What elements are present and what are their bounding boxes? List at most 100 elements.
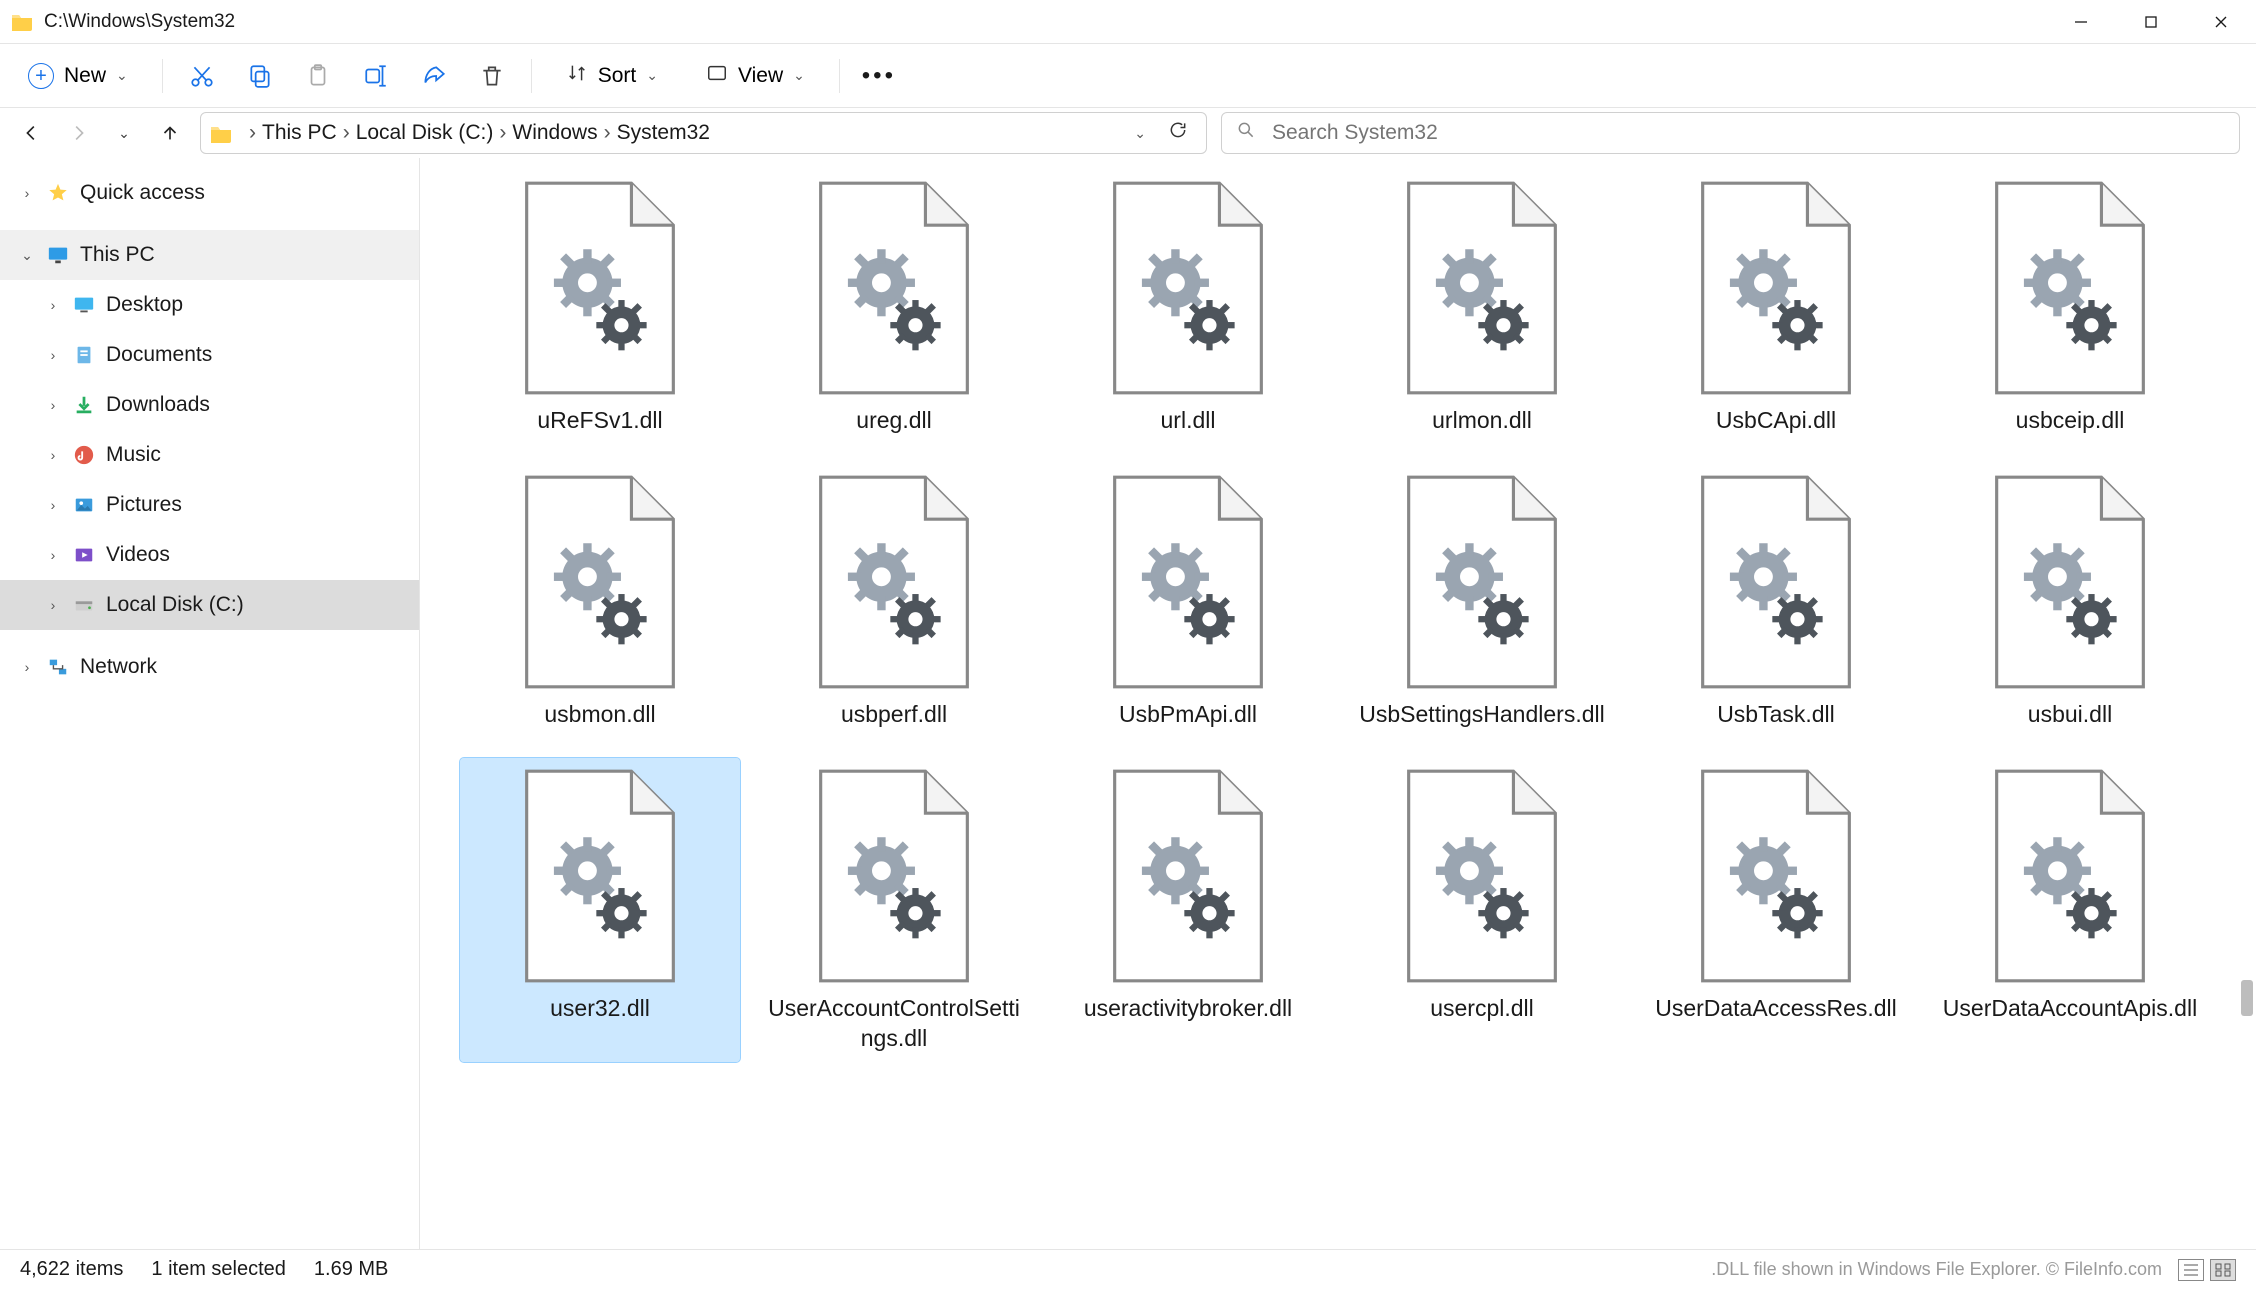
sidebar-item-downloads[interactable]: › Downloads (0, 380, 419, 430)
crumb-system32[interactable]: System32 (617, 121, 710, 145)
download-icon (72, 393, 96, 417)
view-label: View (738, 64, 783, 88)
sidebar-item-music[interactable]: ›Music (0, 430, 419, 480)
expander-icon[interactable]: › (44, 397, 62, 413)
recent-locations-button[interactable]: ⌄ (108, 117, 140, 149)
share-button[interactable] (419, 61, 449, 91)
sidebar-item-quick-access[interactable]: ›Quick access (0, 168, 419, 218)
status-item-count: 4,622 items (20, 1258, 123, 1281)
file-name-label: UsbCApi.dll (1716, 406, 1836, 436)
sidebar-item-label: Desktop (106, 293, 183, 317)
details-view-button[interactable] (2178, 1259, 2204, 1281)
sidebar-item-label: Downloads (106, 393, 210, 417)
maximize-button[interactable] (2116, 0, 2186, 44)
file-item[interactable]: user32.dll (460, 758, 740, 1062)
dll-file-icon (1104, 472, 1272, 692)
expander-icon[interactable]: › (18, 185, 36, 201)
sidebar-item-pictures[interactable]: ›Pictures (0, 480, 419, 530)
chevron-down-icon: ⌄ (116, 67, 128, 84)
file-item[interactable]: UserAccountControlSettings.dll (754, 758, 1034, 1062)
file-item[interactable]: usercpl.dll (1342, 758, 1622, 1062)
delete-button[interactable] (477, 61, 507, 91)
view-icon (706, 62, 728, 90)
dll-file-icon (1104, 178, 1272, 398)
search-box[interactable] (1221, 112, 2240, 154)
chevron-right-icon: › (604, 121, 611, 145)
expander-icon[interactable]: › (18, 659, 36, 675)
sidebar-item-this-pc[interactable]: ⌄This PC (0, 230, 419, 280)
sidebar-item-label: Local Disk (C:) (106, 593, 244, 617)
sidebar-item-local-disk-c-[interactable]: › Local Disk (C:) (0, 580, 419, 630)
large-icons-view-button[interactable] (2210, 1259, 2236, 1281)
file-name-label: UserDataAccessRes.dll (1655, 994, 1897, 1024)
dll-file-icon (1692, 178, 1860, 398)
up-button[interactable] (154, 117, 186, 149)
file-name-label: UsbSettingsHandlers.dll (1359, 700, 1604, 730)
sidebar-item-desktop[interactable]: › Desktop (0, 280, 419, 330)
file-item[interactable]: usbmon.dll (460, 464, 740, 738)
search-input[interactable] (1270, 120, 2225, 146)
minimize-button[interactable] (2046, 0, 2116, 44)
expander-icon[interactable]: › (44, 447, 62, 463)
file-item[interactable]: usbceip.dll (1930, 170, 2210, 444)
dll-file-icon (516, 178, 684, 398)
file-name-label: uReFSv1.dll (537, 406, 662, 436)
file-item[interactable]: UsbTask.dll (1636, 464, 1916, 738)
rename-button[interactable] (361, 61, 391, 91)
forward-button[interactable] (62, 117, 94, 149)
paste-button[interactable] (303, 61, 333, 91)
status-bar: 4,622 items 1 item selected 1.69 MB .DLL… (0, 1249, 2256, 1289)
file-item[interactable]: usbui.dll (1930, 464, 2210, 738)
navigation-pane: ›Quick access⌄This PC›Desktop›Documents›… (0, 158, 420, 1249)
chevron-right-icon: › (249, 121, 256, 145)
expander-icon[interactable]: › (44, 297, 62, 313)
chevron-right-icon: › (343, 121, 350, 145)
folder-icon (209, 122, 233, 144)
sidebar-item-videos[interactable]: ›Videos (0, 530, 419, 580)
file-item[interactable]: UsbCApi.dll (1636, 170, 1916, 444)
expander-icon[interactable]: ⌄ (18, 247, 36, 264)
file-item[interactable]: urlmon.dll (1342, 170, 1622, 444)
copy-button[interactable] (245, 61, 275, 91)
video-icon (72, 543, 96, 567)
scrollbar-thumb[interactable] (2241, 980, 2253, 1016)
more-button[interactable]: ••• (864, 61, 894, 91)
refresh-button[interactable] (1168, 120, 1188, 146)
dll-file-icon (1692, 766, 1860, 986)
sort-button[interactable]: Sort ⌄ (556, 56, 668, 96)
close-button[interactable] (2186, 0, 2256, 44)
window-title: C:\Windows\System32 (44, 11, 235, 33)
sidebar-item-network[interactable]: ›Network (0, 642, 419, 692)
crumb-this-pc[interactable]: This PC (262, 121, 337, 145)
view-button[interactable]: View ⌄ (696, 56, 815, 96)
crumb-windows[interactable]: Windows (512, 121, 597, 145)
picture-icon (72, 493, 96, 517)
file-name-label: ureg.dll (856, 406, 931, 436)
file-item[interactable]: uReFSv1.dll (460, 170, 740, 444)
sidebar-item-documents[interactable]: ›Documents (0, 330, 419, 380)
new-button[interactable]: + New ⌄ (18, 56, 138, 96)
file-item[interactable]: UserDataAccountApis.dll (1930, 758, 2210, 1062)
file-list-pane[interactable]: uReFSv1.dll ureg.dll url.dllurlmon.dll UsbC… (420, 158, 2256, 1249)
cut-button[interactable] (187, 61, 217, 91)
back-button[interactable] (16, 117, 48, 149)
file-name-label: UserAccountControlSettings.dll (764, 994, 1024, 1054)
expander-icon[interactable]: › (44, 597, 62, 613)
chevron-down-icon: ⌄ (646, 67, 658, 84)
file-item[interactable]: ureg.dll (754, 170, 1034, 444)
expander-icon[interactable]: › (44, 347, 62, 363)
address-dropdown-button[interactable]: ⌄ (1134, 125, 1146, 142)
file-name-label: UsbPmApi.dll (1119, 700, 1257, 730)
file-item[interactable]: UsbPmApi.dll (1048, 464, 1328, 738)
file-item[interactable]: url.dll (1048, 170, 1328, 444)
command-bar: + New ⌄ Sort ⌄ View ⌄ ••• (0, 44, 2256, 108)
expander-icon[interactable]: › (44, 547, 62, 563)
file-item[interactable]: useractivitybroker.dll (1048, 758, 1328, 1062)
address-bar[interactable]: › This PC › Local Disk (C:) › Windows › … (200, 112, 1207, 154)
crumb-local-disk[interactable]: Local Disk (C:) (356, 121, 494, 145)
expander-icon[interactable]: › (44, 497, 62, 513)
file-item[interactable]: UserDataAccessRes.dll (1636, 758, 1916, 1062)
file-item[interactable]: usbperf.dll (754, 464, 1034, 738)
status-selection: 1 item selected (151, 1258, 286, 1281)
file-item[interactable]: UsbSettingsHandlers.dll (1342, 464, 1622, 738)
